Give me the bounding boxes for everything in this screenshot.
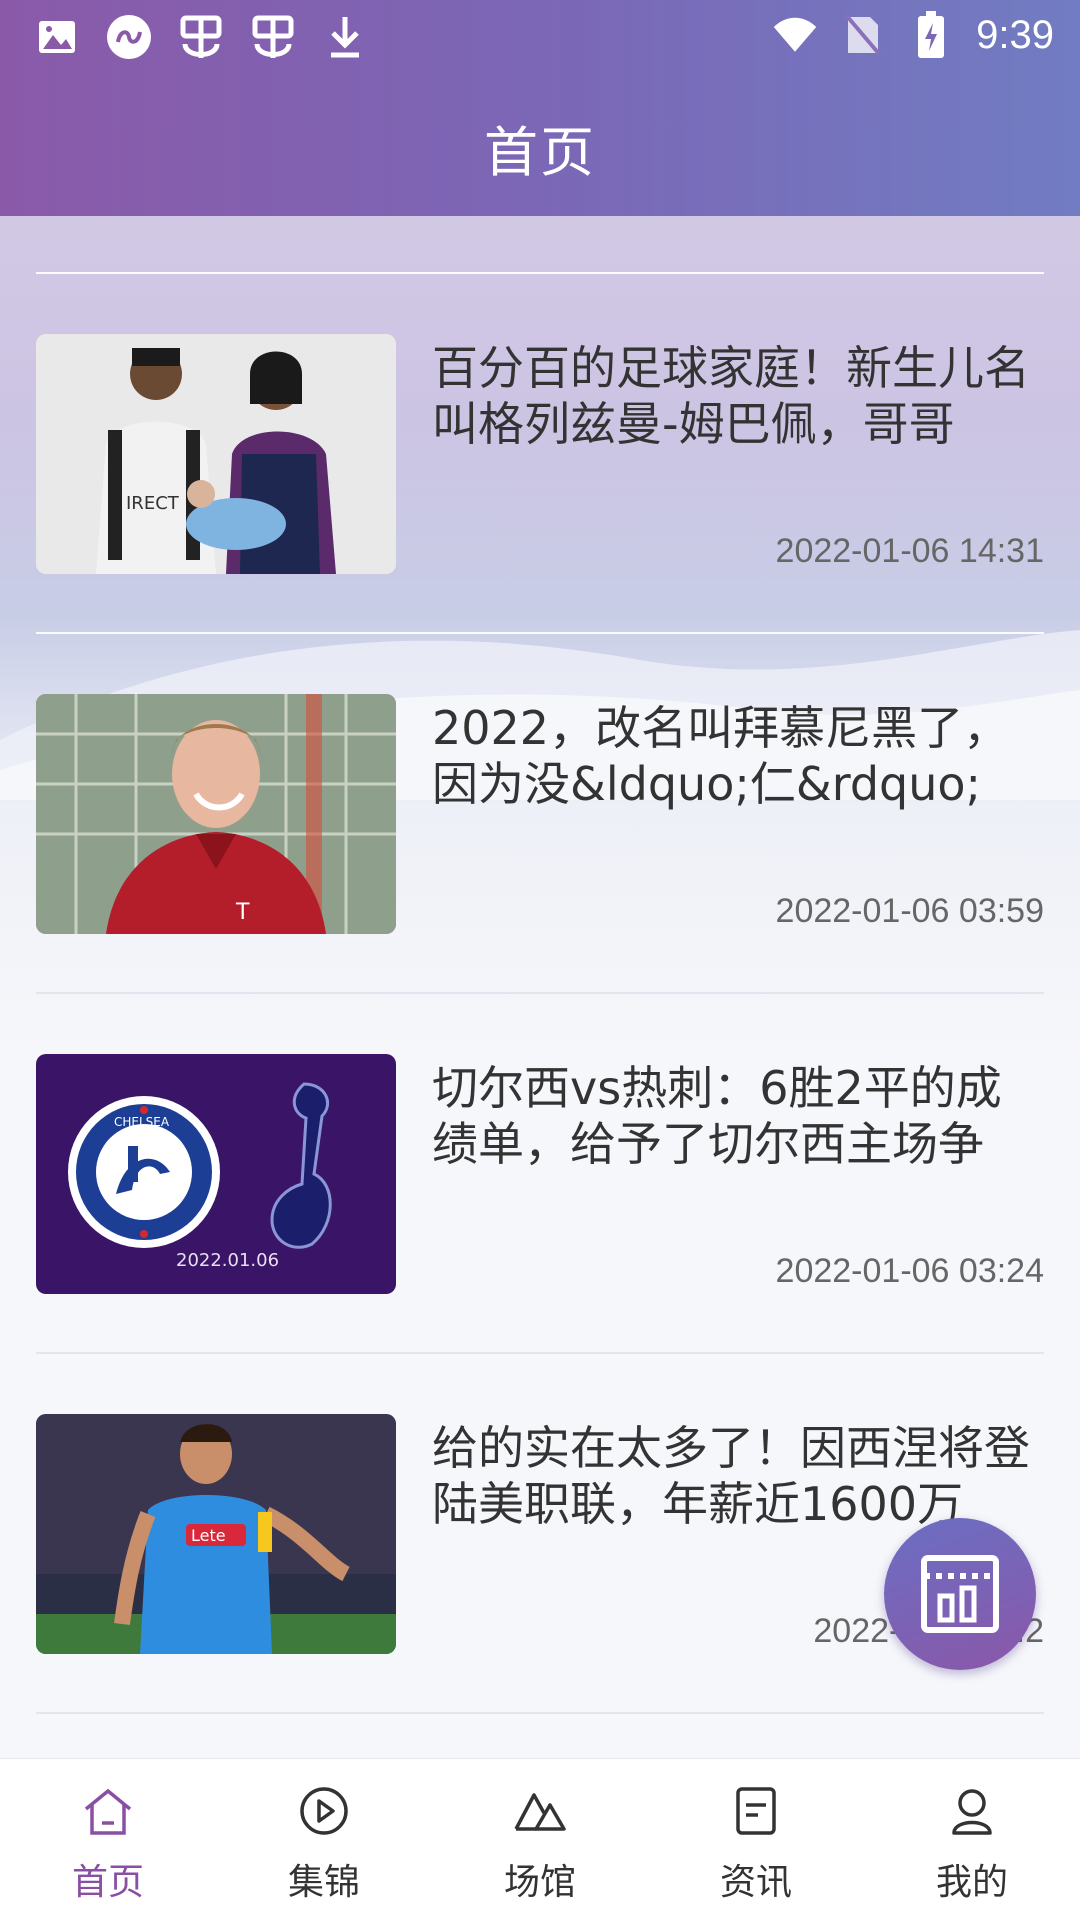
status-right: 9:39 [772, 11, 1054, 58]
home-icon [84, 1788, 132, 1835]
app-icon [106, 14, 152, 60]
article-thumbnail[interactable]: T [36, 694, 396, 934]
tab-news[interactable]: 资讯 [648, 1759, 864, 1920]
bug-icon [250, 14, 296, 60]
svg-text:CHELSEA: CHELSEA [114, 1115, 170, 1129]
poster-date: 2022.01.06 [176, 1250, 279, 1271]
article-thumbnail[interactable]: Lete [36, 1414, 396, 1654]
article-title[interactable]: 切尔西vs热刺：6胜2平的成绩单，给予了切尔西主场争 [432, 1060, 1044, 1172]
tab-label: 我的 [935, 1862, 1008, 1903]
status-time: 9:39 [976, 12, 1054, 57]
no-sim-icon [840, 12, 886, 58]
app-header: 9:39 首页 [0, 0, 1080, 216]
download-icon [322, 14, 368, 60]
page-title: 首页 [484, 121, 596, 184]
floating-stats-button[interactable] [884, 1518, 1036, 1670]
app-screen: 9:39 首页 IRECT 百分百的足球家庭！新生儿名叫格列兹曼-姆巴佩，哥哥 … [0, 0, 1080, 1920]
svg-text:T: T [235, 900, 250, 925]
calendar-stats-icon [921, 1555, 999, 1633]
svg-text:IRECT: IRECT [126, 493, 180, 514]
list-item[interactable]: CHELSEA 2022.01.06 切尔西vs热刺：6胜2平的成绩单，给予了切… [36, 994, 1044, 1352]
play-circle-icon [300, 1787, 348, 1835]
status-left [34, 14, 368, 60]
svg-text:Lete: Lete [191, 1526, 226, 1545]
tab-label: 集锦 [287, 1862, 360, 1903]
battery-charging-icon [908, 11, 954, 58]
wifi-icon [772, 12, 818, 58]
bug-icon [178, 14, 224, 60]
list-item[interactable]: Lete 给的实在太多了！因西涅将登陆美职联，年薪近1600万 2022-01-… [36, 1354, 1044, 1712]
news-icon [736, 1787, 776, 1835]
list-item[interactable]: T 2022，改名叫拜慕尼黑了，因为没&ldquo;仁&rdquo;了！ 202… [36, 634, 1044, 992]
list-divider [36, 1712, 1044, 1714]
article-title[interactable]: 百分百的足球家庭！新生儿名叫格列兹曼-姆巴佩，哥哥 [432, 340, 1044, 452]
article-time: 2022-01-06 03:59 [775, 892, 1044, 930]
article-list: IRECT 百分百的足球家庭！新生儿名叫格列兹曼-姆巴佩，哥哥 2022-01-… [36, 272, 1044, 1714]
profile-icon [952, 1789, 992, 1835]
tab-label: 场馆 [503, 1862, 576, 1903]
bottom-tab-bar: 首页 集锦 场馆 资讯 我的 [0, 1758, 1080, 1920]
article-time: 2022-01-06 14:31 [775, 532, 1044, 570]
article-title[interactable]: 2022，改名叫拜慕尼黑了，因为没&ldquo;仁&rdquo;了！ [432, 700, 1044, 812]
tab-label: 首页 [71, 1862, 144, 1903]
tab-highlights[interactable]: 集锦 [216, 1759, 432, 1920]
image-icon [34, 14, 80, 60]
article-thumbnail[interactable]: IRECT [36, 334, 396, 574]
tab-stadium[interactable]: 场馆 [432, 1759, 648, 1920]
tab-profile[interactable]: 我的 [864, 1759, 1080, 1920]
stadium-icon [514, 1793, 566, 1831]
article-thumbnail[interactable]: CHELSEA 2022.01.06 [36, 1054, 396, 1294]
status-bar: 9:39 [0, 0, 1080, 76]
tab-home[interactable]: 首页 [0, 1759, 216, 1920]
article-time: 2022-01-06 03:24 [775, 1252, 1044, 1290]
tab-label: 资讯 [719, 1862, 792, 1903]
article-title[interactable]: 给的实在太多了！因西涅将登陆美职联，年薪近1600万 [432, 1420, 1044, 1532]
list-item[interactable]: IRECT 百分百的足球家庭！新生儿名叫格列兹曼-姆巴佩，哥哥 2022-01-… [36, 274, 1044, 632]
